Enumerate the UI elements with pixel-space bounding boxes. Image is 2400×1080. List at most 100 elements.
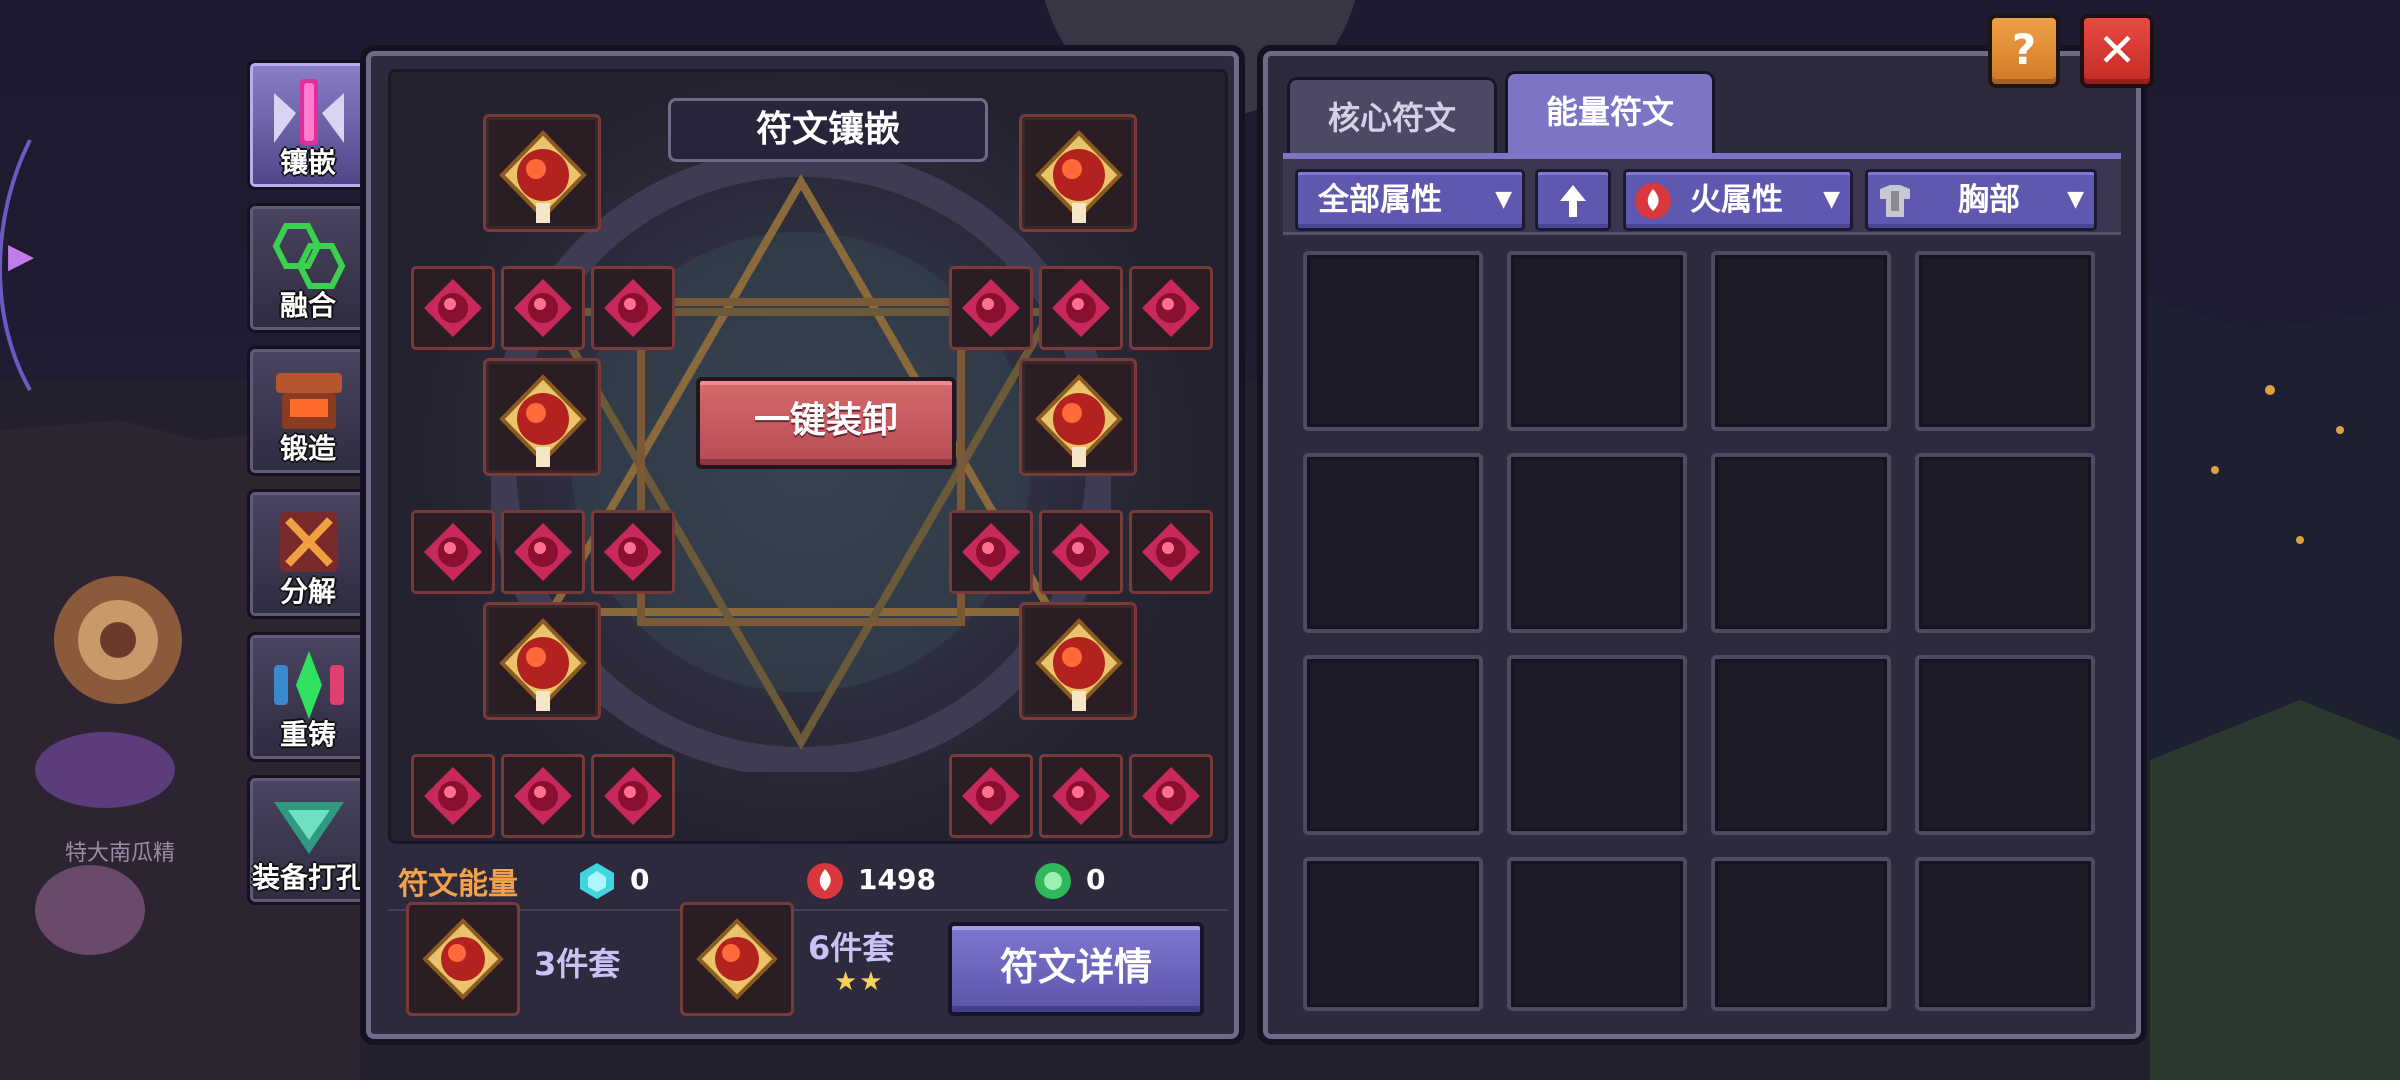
slot-filter-value: 胸部 [1958, 182, 2020, 218]
fire-energy-rune-icon [424, 767, 482, 825]
inventory-slot[interactable] [1303, 251, 1483, 431]
tab-inlay[interactable]: 镶嵌 [247, 60, 369, 190]
tab-energy-runes[interactable]: 能量符文 [1505, 71, 1715, 155]
close-button[interactable]: ✕ [2080, 14, 2154, 88]
unequip-all-button[interactable]: 一键装卸 [696, 377, 956, 469]
inventory-slot[interactable] [1711, 453, 1891, 633]
tab-socket[interactable]: 装备打孔 [247, 775, 369, 905]
attribute-filter-dropdown[interactable]: 全部属性 ▼ [1295, 169, 1525, 231]
fire-energy-rune-icon [604, 523, 662, 581]
fire-energy-rune-icon [1142, 523, 1200, 581]
energy-rune-slot[interactable] [411, 266, 495, 350]
energy-rune-slot[interactable] [591, 754, 675, 838]
fire-energy-rune-icon [1142, 767, 1200, 825]
energy-rune-slot[interactable] [1129, 754, 1213, 838]
energy-rune-slot[interactable] [501, 266, 585, 350]
energy-cyan-value: 0 [630, 863, 650, 896]
element-filter-dropdown[interactable]: 火属性 ▼ [1623, 169, 1853, 231]
rune-detail-button[interactable]: 符文详情 [948, 922, 1204, 1016]
fire-core-rune-icon [499, 130, 587, 223]
energy-rune-slot[interactable] [1129, 510, 1213, 594]
sort-order-button[interactable] [1535, 169, 1611, 231]
board-title: 符文镶嵌 [668, 98, 988, 162]
fire-energy-rune-icon [962, 279, 1020, 337]
energy-rune-slot[interactable] [411, 510, 495, 594]
energy-rune-slot[interactable] [949, 754, 1033, 838]
energy-fire-value: 1498 [858, 863, 936, 896]
fire-energy-rune-icon [1142, 279, 1200, 337]
inventory-slot[interactable] [1303, 655, 1483, 835]
energy-rune-slot[interactable] [411, 754, 495, 838]
rune-energy-label: 符文能量 [398, 867, 518, 902]
inventory-slot[interactable] [1303, 857, 1483, 1011]
core-rune-slot[interactable] [483, 602, 601, 720]
rune-inventory-grid [1303, 251, 2103, 1011]
npc-name: 特大南瓜精 [64, 841, 175, 866]
energy-rune-slot[interactable] [591, 510, 675, 594]
inventory-slot[interactable] [1507, 453, 1687, 633]
core-rune-slot[interactable] [1019, 358, 1137, 476]
tab-recast[interactable]: 重铸 [247, 632, 369, 762]
energy-rune-slot[interactable] [1039, 266, 1123, 350]
energy-green-value: 0 [1086, 863, 1106, 896]
green-gem-icon [1035, 863, 1071, 899]
core-rune-slot[interactable] [1019, 602, 1137, 720]
tab-forge[interactable]: 锻造 [247, 346, 369, 476]
fire-gem-icon [807, 863, 843, 899]
chevron-down-icon: ▼ [2067, 187, 2084, 212]
fire-energy-rune-icon [424, 523, 482, 581]
core-rune-slot[interactable] [483, 114, 601, 232]
tab-core-runes[interactable]: 核心符文 [1287, 77, 1497, 155]
fire-energy-rune-icon [1052, 767, 1110, 825]
fire-energy-rune-icon [514, 279, 572, 337]
inventory-slot[interactable] [1915, 655, 2095, 835]
set-bonus-3-icon[interactable] [406, 902, 520, 1016]
tab-decompose[interactable]: 分解 [247, 489, 369, 619]
tab-inlay-label: 镶嵌 [279, 146, 336, 179]
energy-rune-slot[interactable] [501, 754, 585, 838]
inventory-slot[interactable] [1915, 251, 2095, 431]
fire-energy-rune-icon [962, 767, 1020, 825]
fire-set-rune-icon [422, 918, 504, 1000]
inventory-slot[interactable] [1711, 251, 1891, 431]
energy-rune-slot[interactable] [949, 266, 1033, 350]
fire-energy-rune-icon [604, 767, 662, 825]
inventory-slot[interactable] [1507, 251, 1687, 431]
energy-rune-slot[interactable] [1039, 510, 1123, 594]
inventory-slot[interactable] [1711, 655, 1891, 835]
fire-energy-rune-icon [962, 523, 1020, 581]
set-bonus-6-icon[interactable] [680, 902, 794, 1016]
energy-rune-slot[interactable] [949, 510, 1033, 594]
tab-fuse[interactable]: 融合 [247, 203, 369, 333]
fire-core-rune-icon [1035, 374, 1123, 467]
core-rune-slot[interactable] [483, 358, 601, 476]
fire-energy-rune-icon [424, 279, 482, 337]
core-rune-slot[interactable] [1019, 114, 1137, 232]
rune-board: 符文镶嵌 一键装卸 [388, 69, 1228, 844]
fire-energy-rune-icon [1052, 279, 1110, 337]
set-bonus-6-label: 6件套 [808, 929, 895, 967]
energy-rune-slot[interactable] [591, 266, 675, 350]
element-filter-value: 火属性 [1690, 182, 1783, 218]
inventory-slot[interactable] [1507, 857, 1687, 1011]
set-bonus-6-stars: ★★ [834, 967, 885, 997]
slot-filter-dropdown[interactable]: 胸部 ▼ [1865, 169, 2097, 231]
fire-energy-rune-icon [1052, 523, 1110, 581]
inventory-slot[interactable] [1507, 655, 1687, 835]
inventory-slot[interactable] [1915, 857, 2095, 1011]
fire-core-rune-icon [1035, 618, 1123, 711]
energy-rune-slot[interactable] [1129, 266, 1213, 350]
filter-bar: 全部属性 ▼ 火属性 ▼ 胸部 ▼ [1283, 159, 2121, 235]
inventory-slot[interactable] [1303, 453, 1483, 633]
inventory-slot[interactable] [1915, 453, 2095, 633]
energy-rune-slot[interactable] [1039, 754, 1123, 838]
fire-core-rune-icon [1035, 130, 1123, 223]
chevron-down-icon: ▼ [1823, 187, 1840, 212]
energy-rune-slot[interactable] [501, 510, 585, 594]
cyan-gem-icon [580, 863, 614, 899]
expand-arrow-icon[interactable]: ▶ [8, 236, 42, 276]
inventory-slot[interactable] [1711, 857, 1891, 1011]
help-button[interactable]: ? [1988, 14, 2060, 88]
chevron-down-icon: ▼ [1495, 187, 1512, 212]
fire-core-rune-icon [499, 618, 587, 711]
